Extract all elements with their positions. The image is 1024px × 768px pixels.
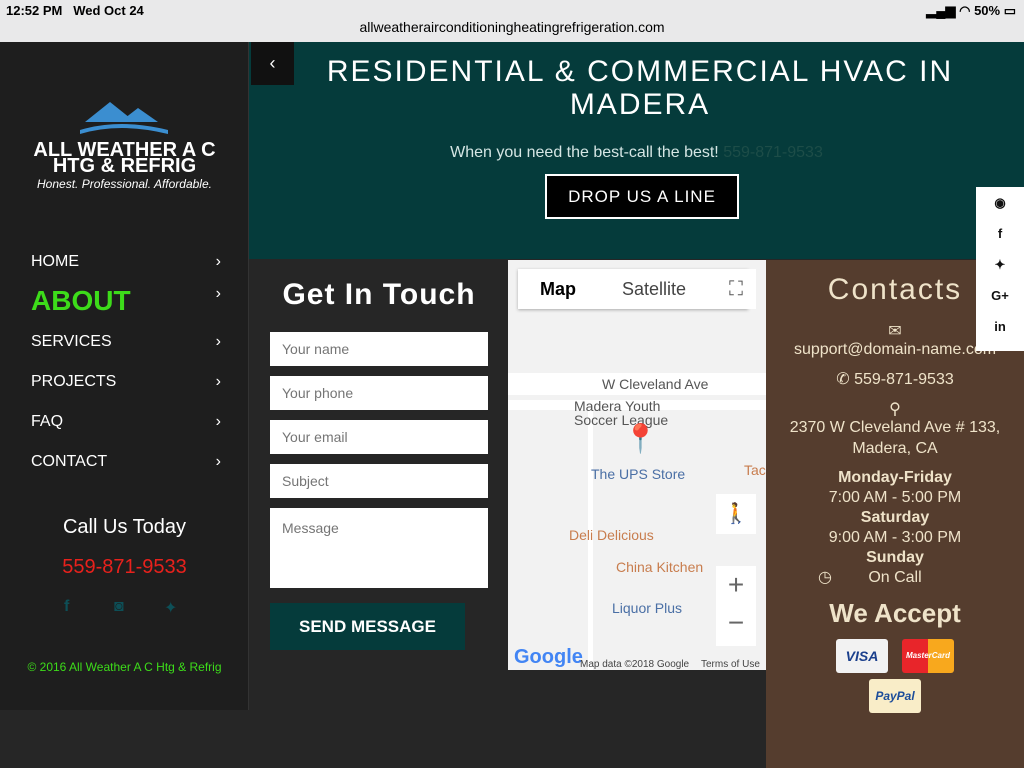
rss-icon[interactable]: ◉ xyxy=(976,187,1024,218)
nav-faq[interactable]: FAQ › xyxy=(31,413,221,431)
hours-time: 7:00 AM - 5:00 PM xyxy=(828,489,962,506)
zoom-controls[interactable]: + − xyxy=(716,566,756,646)
google-plus-icon[interactable]: G+ xyxy=(976,280,1024,311)
we-accept-title: We Accept xyxy=(829,598,961,628)
mastercard-icon: MasterCard xyxy=(902,639,954,673)
google-logo: Google xyxy=(514,646,583,668)
address-line1: 2370 W Cleveland Ave # 133, xyxy=(789,419,1001,436)
phone-input[interactable] xyxy=(270,376,488,410)
hours-day: Saturday xyxy=(860,509,930,526)
nav-contact[interactable]: CONTACT › xyxy=(31,453,221,471)
status-bar: 12:52 PM Wed Oct 24 allweatherairconditi… xyxy=(0,0,1024,42)
twitter-icon[interactable]: ✦ xyxy=(976,249,1024,280)
form-title: Get In Touch xyxy=(282,278,476,311)
page-title: RESIDENTIAL & COMMERCIAL HVAC IN MADERA xyxy=(326,55,954,121)
zoom-in-icon[interactable]: + xyxy=(716,566,756,604)
drop-us-a-line-button[interactable]: DROP US A LINE xyxy=(545,174,739,219)
chevron-right-icon: › xyxy=(215,413,221,430)
send-message-button[interactable]: SEND MESSAGE xyxy=(270,603,465,650)
logo-line2: HTG & REFRIG xyxy=(52,155,197,177)
instagram-icon[interactable]: ◙ xyxy=(114,598,124,616)
place-label: Tac xyxy=(744,462,766,478)
clock-icon: ◷ xyxy=(818,569,832,586)
social-share-bar: ◉ f ✦ G+ in xyxy=(976,187,1024,351)
street-view-pegman-icon[interactable]: 🚶 xyxy=(716,494,756,534)
battery: ▂▄▆ ◠ 50% ▭ xyxy=(926,3,1016,18)
hero-subtitle: When you need the best-call the best! 55… xyxy=(450,144,823,161)
fullscreen-icon[interactable]: ⛶ xyxy=(716,269,756,309)
location-pin-icon: ⚲ xyxy=(889,401,901,418)
call-label: Call Us Today xyxy=(62,516,187,538)
phone-icon: ✆ xyxy=(836,371,850,388)
place-label[interactable]: Deli Delicious xyxy=(569,527,654,543)
copyright: © 2016 All Weather A C Htg & Refrig xyxy=(27,660,222,674)
name-input[interactable] xyxy=(270,332,488,366)
chevron-right-icon: › xyxy=(215,453,221,470)
tagline: Honest. Professional. Affordable. xyxy=(37,177,212,191)
back-button[interactable]: ‹ xyxy=(251,42,294,85)
place-label[interactable]: Liquor Plus xyxy=(612,600,682,616)
satellite-tab[interactable]: Satellite xyxy=(622,279,686,300)
address-line2: Madera, CA xyxy=(852,440,938,457)
street-label: W Cleveland Ave xyxy=(602,376,709,392)
message-input[interactable] xyxy=(270,508,488,588)
email-input[interactable] xyxy=(270,420,488,454)
chevron-right-icon: › xyxy=(215,333,221,350)
visa-card-icon: VISA xyxy=(836,639,888,673)
hours-day: Sunday xyxy=(866,549,924,566)
sidebar: ALL WEATHER A C HTG & REFRIG Honest. Pro… xyxy=(0,42,249,710)
hero-phone[interactable]: 559-871-9533 xyxy=(723,144,823,161)
chevron-right-icon: › xyxy=(215,253,221,270)
map[interactable]: Map Satellite ⛶ W Cleveland Ave Madera Y… xyxy=(508,260,766,670)
hours-time: On Call xyxy=(868,569,922,586)
twitter-icon[interactable]: ✦ xyxy=(164,598,177,618)
hours-time: 9:00 AM - 3:00 PM xyxy=(828,529,962,546)
linkedin-icon[interactable]: in xyxy=(976,311,1024,342)
nav-services[interactable]: SERVICES › xyxy=(31,333,221,351)
house-logo-icon xyxy=(80,102,168,134)
time: 12:52 PM Wed Oct 24 xyxy=(6,3,144,18)
hours-day: Monday-Friday xyxy=(838,469,952,486)
sidebar-phone[interactable]: 559-871-9533 xyxy=(0,556,249,579)
facebook-icon[interactable]: f xyxy=(976,218,1024,249)
paypal-icon: PayPal xyxy=(869,679,921,713)
nav-home[interactable]: HOME › xyxy=(31,253,221,271)
contact-phone[interactable]: ✆ 559-871-9533 xyxy=(766,369,1024,389)
zoom-out-icon[interactable]: − xyxy=(716,604,756,642)
chevron-right-icon: › xyxy=(215,285,221,302)
subject-input[interactable] xyxy=(270,464,488,498)
nav-projects[interactable]: PROJECTS › xyxy=(31,373,221,391)
chevron-right-icon: › xyxy=(215,373,221,390)
map-attribution: Map data ©2018 Google xyxy=(580,659,690,670)
place-label[interactable]: The UPS Store xyxy=(591,466,685,482)
nav-about[interactable]: ABOUT › xyxy=(31,285,221,317)
url-bar[interactable]: allweatherairconditioningheatingrefriger… xyxy=(0,19,1024,35)
map-pin-icon[interactable]: 📍 xyxy=(623,422,658,455)
facebook-icon[interactable]: f xyxy=(64,598,69,616)
map-tab[interactable]: Map xyxy=(540,279,576,300)
terms-link[interactable]: Terms of Use xyxy=(701,659,760,670)
chevron-left-icon: ‹ xyxy=(269,53,276,73)
place-label[interactable]: China Kitchen xyxy=(616,559,703,575)
